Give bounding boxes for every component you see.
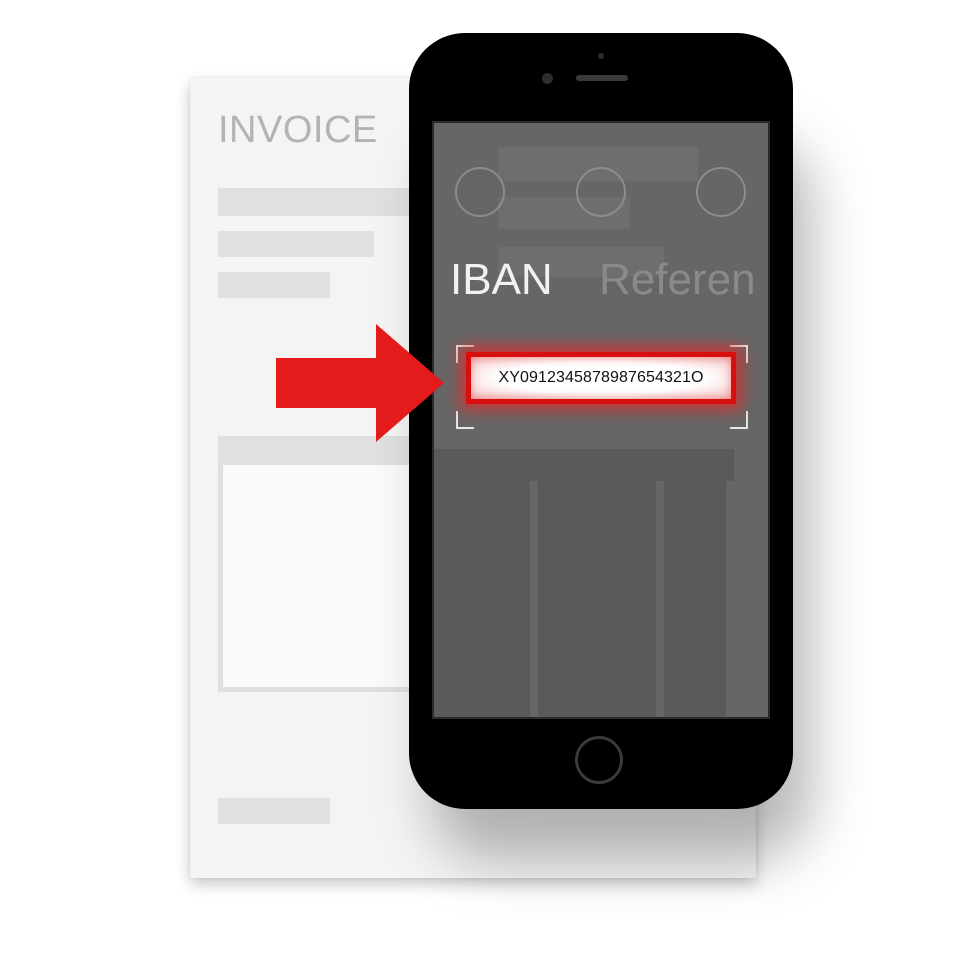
scanned-iban-field[interactable]: XY0912345878987654321O xyxy=(466,352,736,404)
scanned-iban-value: XY0912345878987654321O xyxy=(498,369,704,386)
invoice-footer-line xyxy=(218,798,330,824)
camera-preview-table-column xyxy=(664,481,726,717)
viewfinder-corner xyxy=(730,411,748,429)
tab-reference[interactable]: Referen xyxy=(599,255,756,305)
home-button-icon[interactable] xyxy=(575,736,623,784)
camera-preview-table-header xyxy=(434,449,734,481)
step-indicator xyxy=(455,167,505,217)
tab-iban[interactable]: IBAN xyxy=(450,255,553,305)
front-camera xyxy=(542,73,553,84)
step-indicator xyxy=(576,167,626,217)
viewfinder-corner xyxy=(456,411,474,429)
arrow-right-icon xyxy=(276,324,444,442)
invoice-title: INVOICE xyxy=(218,109,378,151)
proximity-sensor xyxy=(598,53,604,59)
earpiece-speaker xyxy=(576,75,628,81)
camera-preview-table-column xyxy=(434,481,530,717)
smartphone: IBAN Referen XY0912345878987654321O xyxy=(409,33,793,809)
step-indicator xyxy=(696,167,746,217)
invoice-text-line xyxy=(218,272,330,298)
phone-screen: IBAN Referen XY0912345878987654321O xyxy=(432,121,770,719)
invoice-text-line xyxy=(218,231,374,257)
camera-preview-table-column xyxy=(538,481,656,717)
